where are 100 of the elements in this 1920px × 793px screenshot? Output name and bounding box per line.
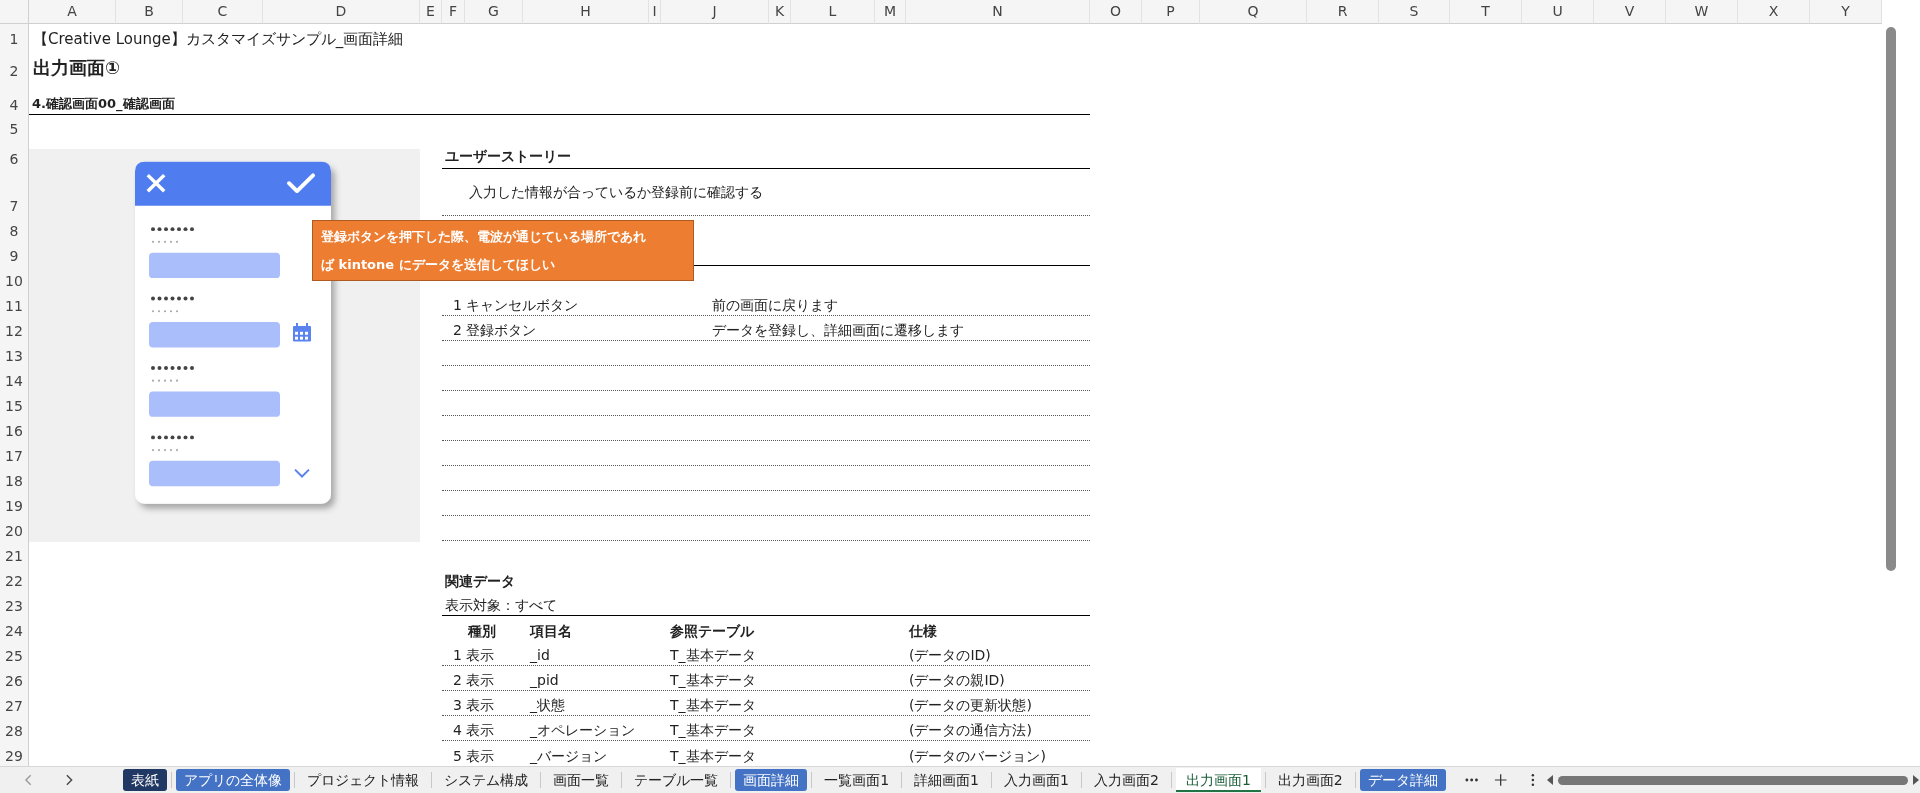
column-header[interactable]: O — [1090, 0, 1142, 24]
row-header[interactable]: 4 — [0, 90, 29, 115]
column-header[interactable]: P — [1142, 0, 1200, 24]
row-header[interactable]: 17 — [0, 441, 29, 466]
triangle-right-icon[interactable] — [1912, 775, 1920, 785]
row-header[interactable]: 12 — [0, 316, 29, 341]
table-cell-text: 1 — [452, 646, 462, 665]
sheet-tab[interactable]: 出力画面2 — [1269, 769, 1351, 791]
row-header[interactable]: 16 — [0, 416, 29, 441]
row-header[interactable]: 9 — [0, 241, 29, 266]
column-header[interactable]: H — [523, 0, 649, 24]
row-header[interactable]: 19 — [0, 491, 29, 516]
row-header[interactable]: 6 — [0, 139, 29, 169]
table-cell-text: (データの更新状態) — [908, 696, 1033, 715]
column-header[interactable]: X — [1738, 0, 1810, 24]
callout-note: 登録ボタンを押下した際、電波が通じている場所であれば kintone にデータを送信してほしい — [312, 220, 694, 281]
row-header[interactable]: 18 — [0, 466, 29, 491]
column-header[interactable]: K — [769, 0, 791, 24]
table-cell-text: 表示 — [465, 721, 495, 740]
sheet-tab[interactable]: 出力画面1 — [1175, 768, 1261, 792]
column-header[interactable]: M — [875, 0, 906, 24]
row-header[interactable]: 26 — [0, 666, 29, 691]
table-cell-text: _pid — [529, 671, 560, 690]
row-header[interactable]: 14 — [0, 366, 29, 391]
table-header: 仕様 — [908, 622, 938, 641]
sheet-tab[interactable]: アプリの全体像 — [176, 769, 291, 791]
sheet-tab[interactable]: データ詳細 — [1359, 769, 1446, 791]
row-header[interactable]: 25 — [0, 641, 29, 666]
column-header[interactable]: B — [116, 0, 183, 24]
table-cell-text: 表示 — [465, 747, 495, 766]
column-header[interactable]: S — [1379, 0, 1450, 24]
column-header[interactable]: V — [1594, 0, 1666, 24]
column-header[interactable]: E — [420, 0, 442, 24]
row-header[interactable]: 21 — [0, 541, 29, 566]
table-cell-text: 2 — [452, 321, 462, 340]
table-cell-text: T_基本データ — [669, 721, 757, 740]
sheet-tab[interactable]: 画面一覧 — [545, 769, 618, 791]
section-heading: 関連データ — [445, 572, 515, 591]
column-header[interactable]: W — [1666, 0, 1738, 24]
row-header[interactable]: 27 — [0, 691, 29, 716]
triangle-left-icon[interactable] — [1546, 775, 1555, 785]
row-header[interactable]: 11 — [0, 291, 29, 316]
sheet-tab[interactable]: 入力画面1 — [996, 769, 1077, 791]
row-header[interactable]: 7 — [0, 169, 29, 216]
sheet-tab[interactable]: 画面詳細 — [735, 769, 808, 791]
row-header[interactable]: 22 — [0, 566, 29, 591]
sheet-tab[interactable]: システム構成 — [436, 769, 537, 791]
table-cell-text: 前の画面に戻ります — [711, 296, 839, 315]
check-icon — [287, 173, 315, 193]
sheet-tab[interactable]: プロジェクト情報 — [299, 769, 428, 791]
table-cell-text: 4 — [452, 721, 462, 740]
column-header[interactable]: R — [1307, 0, 1379, 24]
close-icon — [147, 174, 165, 192]
row-header[interactable]: 29 — [0, 741, 29, 766]
sheet-tab[interactable]: テーブル一覧 — [626, 769, 727, 791]
kebab-icon[interactable] — [1530, 772, 1537, 788]
table-cell-text: 2 — [452, 671, 462, 690]
row-header[interactable]: 10 — [0, 266, 29, 291]
column-header[interactable]: Y — [1810, 0, 1882, 24]
sheet-tab[interactable]: 表紙 — [123, 769, 168, 791]
row-header[interactable]: 15 — [0, 391, 29, 416]
label-dots — [151, 296, 194, 313]
table-cell-text: (データの親ID) — [908, 671, 1006, 690]
plus-icon[interactable] — [1493, 772, 1509, 788]
column-header[interactable]: C — [183, 0, 263, 24]
table-cell-text: _id — [529, 646, 551, 665]
sheet-tab[interactable]: 詳細画面1 — [906, 769, 988, 791]
column-header[interactable]: G — [465, 0, 523, 24]
row-header[interactable]: 20 — [0, 516, 29, 541]
column-header[interactable]: F — [442, 0, 465, 24]
column-header[interactable]: Q — [1200, 0, 1307, 24]
column-header[interactable]: D — [263, 0, 420, 24]
row-header[interactable]: 8 — [0, 216, 29, 241]
table-header: 種別 — [466, 622, 497, 641]
column-header[interactable]: T — [1450, 0, 1522, 24]
row-header[interactable]: 5 — [0, 115, 29, 139]
sheet-tab[interactable]: 入力画面2 — [1085, 769, 1167, 791]
column-header[interactable]: N — [906, 0, 1090, 24]
row-header[interactable]: 13 — [0, 341, 29, 366]
horizontal-scrollbar[interactable] — [1546, 773, 1920, 787]
column-header[interactable]: A — [29, 0, 116, 24]
row-header[interactable]: 23 — [0, 591, 29, 616]
chevron-down-icon — [294, 468, 310, 478]
row-header[interactable]: 2 — [0, 49, 29, 81]
table-cell-text: T_基本データ — [669, 646, 757, 665]
column-header[interactable]: U — [1522, 0, 1594, 24]
label-dots — [151, 227, 194, 243]
screen-title: 出力画面① — [32, 56, 122, 80]
table-cell-text: _状態 — [529, 696, 566, 715]
column-header[interactable]: J — [661, 0, 769, 24]
row-header[interactable]: 1 — [0, 24, 29, 49]
row-header[interactable]: 28 — [0, 716, 29, 741]
table-cell-text: T_基本データ — [669, 696, 757, 715]
row-header[interactable]: 24 — [0, 616, 29, 641]
filter-text: 表示対象：すべて — [445, 596, 557, 615]
user-story-text: 入力した情報が合っているか登録前に確認する — [468, 183, 763, 202]
table-cell-text: キャンセルボタン — [465, 296, 579, 315]
sheet-tab[interactable]: 一覧画面1 — [816, 769, 898, 791]
column-header[interactable]: L — [791, 0, 875, 24]
column-header[interactable]: I — [649, 0, 661, 24]
